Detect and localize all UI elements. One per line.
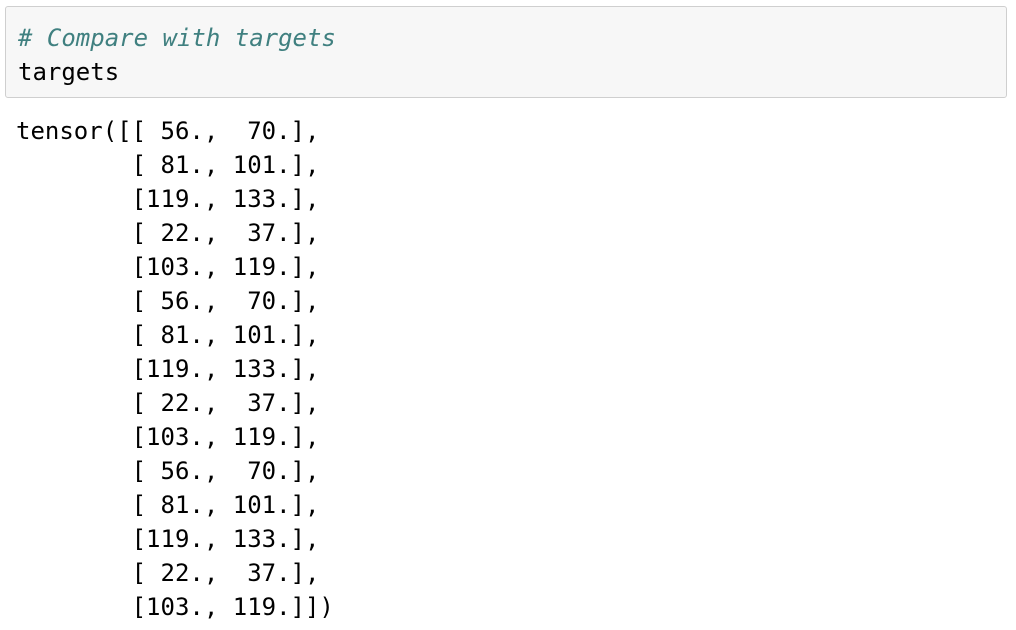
output-line: [ 81., 101.], [16,151,320,179]
output-line: [ 56., 70.], [16,457,320,485]
output-line: [ 22., 37.], [16,389,320,417]
output-line: [ 22., 37.], [16,559,320,587]
output-line: [ 22., 37.], [16,219,320,247]
output-line: [103., 119.], [16,253,320,281]
code-comment: # Compare with targets [18,24,336,52]
output-line: [ 81., 101.], [16,321,320,349]
code-input-cell[interactable]: # Compare with targets targets [5,6,1007,98]
code-editor[interactable]: # Compare with targets targets [18,21,336,89]
output-line: [119., 133.], [16,355,320,383]
cell-output: tensor([[ 56., 70.], [ 81., 101.], [119.… [16,114,334,624]
output-line: tensor([[ 56., 70.], [16,117,320,145]
output-line: [ 56., 70.], [16,287,320,315]
output-line: [103., 119.]]) [16,593,334,621]
output-line: [119., 133.], [16,185,320,213]
code-line: targets [18,58,120,86]
output-line: [ 81., 101.], [16,491,320,519]
output-line: [103., 119.], [16,423,320,451]
output-line: [119., 133.], [16,525,320,553]
